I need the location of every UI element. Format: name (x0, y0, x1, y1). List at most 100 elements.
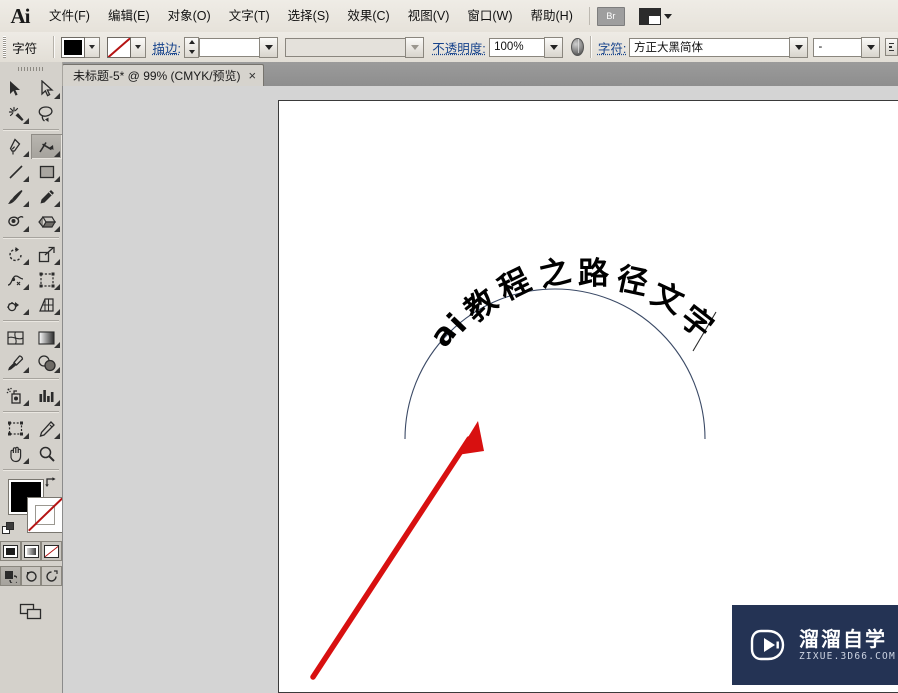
rotate-tool[interactable] (0, 242, 31, 267)
illustrator-window: Ai 文件(F) 编辑(E) 对象(O) 文字(T) 选择(S) 效果(C) 视… (0, 0, 898, 693)
tools-panel-grip[interactable] (0, 62, 62, 76)
artboard-tool[interactable] (0, 416, 31, 441)
document-tab-bar: 未标题-5* @ 99% (CMYK/预览) × (0, 62, 898, 87)
control-bar: 字符 描边: 不透明度: 100% 字符: 方正大黑简体 - (0, 32, 898, 63)
document-canvas[interactable]: a i 教 程 之 路 径 文 字 溜溜自学 ZIXUE.3D66.COM (278, 100, 898, 693)
brush-definition-input[interactable] (285, 37, 406, 57)
opacity-control[interactable] (489, 36, 564, 58)
menu-effect[interactable]: 效果(C) (338, 5, 398, 27)
tools-divider-4 (3, 378, 59, 380)
stroke-weight-control[interactable] (184, 36, 279, 58)
path-char-6: 径 (613, 261, 651, 303)
stroke-color-dropdown[interactable] (130, 36, 146, 58)
watermark: 溜溜自学 ZIXUE.3D66.COM (732, 605, 898, 685)
screen-mode-row (0, 602, 62, 625)
color-mode-button[interactable] (0, 541, 21, 561)
panel-options-icon[interactable] (884, 38, 898, 56)
width-tool[interactable] (0, 267, 31, 292)
blend-tool[interactable] (31, 350, 62, 375)
stroke-weight-input[interactable] (199, 37, 260, 57)
opacity-label[interactable]: 不透明度: (432, 38, 485, 57)
slice-tool[interactable] (31, 416, 62, 441)
play-button-logo-icon (748, 625, 788, 665)
font-style-input[interactable] (813, 37, 862, 57)
shape-builder-tool[interactable] (0, 292, 31, 317)
free-transform-tool[interactable] (31, 267, 62, 292)
menu-edit[interactable]: 编辑(E) (99, 5, 159, 27)
control-bar-grip[interactable] (0, 32, 8, 62)
draw-normal-button[interactable] (0, 566, 21, 586)
tools-divider-6 (3, 469, 59, 471)
fill-color-control[interactable] (60, 36, 100, 58)
symbol-sprayer-tool[interactable] (0, 383, 31, 408)
default-fill-stroke-icon[interactable] (2, 522, 15, 535)
font-family-dropdown[interactable] (789, 36, 809, 58)
menubar-divider (588, 7, 590, 25)
scale-tool[interactable] (31, 242, 62, 267)
tools-grid (0, 76, 62, 466)
font-family-input[interactable] (629, 37, 790, 57)
change-screen-mode-icon[interactable] (18, 602, 44, 625)
fill-stroke-block (0, 475, 63, 537)
hand-tool[interactable] (0, 441, 31, 466)
stroke-weight-stepper[interactable] (184, 36, 200, 58)
menu-select[interactable]: 选择(S) (279, 5, 339, 27)
menu-window[interactable]: 窗口(W) (458, 5, 521, 27)
column-graph-tool[interactable] (31, 383, 62, 408)
zoom-tool[interactable] (31, 441, 62, 466)
eraser-tool[interactable] (31, 209, 62, 234)
menu-object[interactable]: 对象(O) (159, 5, 220, 27)
menu-view[interactable]: 视图(V) (399, 5, 459, 27)
pencil-tool[interactable] (31, 184, 62, 209)
fill-color-dropdown[interactable] (84, 36, 100, 58)
draw-inside-button[interactable] (41, 566, 63, 586)
fill-color-swatch[interactable] (60, 36, 85, 58)
gradient-mode-button[interactable] (20, 541, 42, 561)
path-char-5: 路 (578, 256, 610, 292)
pen-tool[interactable] (0, 134, 31, 159)
close-icon[interactable]: × (249, 69, 257, 82)
font-style-control[interactable] (813, 36, 881, 58)
menu-file[interactable]: 文件(F) (40, 5, 99, 27)
direct-selection-tool[interactable] (31, 76, 62, 101)
swap-fill-stroke-icon[interactable] (44, 475, 58, 489)
path-text-group: a i 教 程 之 路 径 文 字 (423, 253, 720, 354)
chevron-down-icon (663, 13, 672, 19)
menu-type[interactable]: 文字(T) (220, 5, 279, 27)
stroke-weight-dropdown[interactable] (259, 36, 279, 58)
bridge-button[interactable]: Br (596, 6, 625, 26)
stroke-color-swatch[interactable] (106, 36, 131, 58)
document-tab[interactable]: 未标题-5* @ 99% (CMYK/预览) × (62, 64, 265, 86)
opacity-dropdown[interactable] (544, 36, 564, 58)
paintbrush-tool[interactable] (0, 184, 31, 209)
menu-help[interactable]: 帮助(H) (522, 5, 582, 27)
control-divider-2 (590, 36, 592, 58)
type-tool[interactable] (31, 134, 62, 159)
lasso-tool[interactable] (31, 101, 62, 126)
opacity-input[interactable] (489, 37, 545, 57)
arrange-documents-button[interactable] (638, 7, 672, 25)
eyedropper-tool[interactable] (0, 350, 31, 375)
toolbar-stroke-swatch[interactable] (27, 497, 63, 533)
line-segment-tool[interactable] (0, 159, 31, 184)
gradient-tool[interactable] (31, 325, 62, 350)
font-family-control[interactable] (629, 36, 809, 58)
mesh-tool[interactable] (0, 325, 31, 350)
watermark-text: 溜溜自学 ZIXUE.3D66.COM (799, 628, 896, 662)
red-pointer-arrow (310, 421, 484, 680)
stroke-color-control[interactable] (106, 36, 146, 58)
arrange-documents-icon (638, 7, 661, 25)
perspective-grid-tool[interactable] (31, 292, 62, 317)
draw-behind-button[interactable] (20, 566, 42, 586)
stroke-weight-label[interactable]: 描边: (152, 38, 180, 57)
brush-definition-control[interactable] (285, 36, 425, 58)
character-panel-link[interactable]: 字符: (598, 38, 626, 57)
font-style-dropdown[interactable] (861, 36, 881, 58)
blob-brush-tool[interactable] (0, 209, 31, 234)
magic-wand-tool[interactable] (0, 101, 31, 126)
selection-tool[interactable] (0, 76, 31, 101)
brush-definition-dropdown[interactable] (405, 36, 425, 58)
none-mode-button[interactable] (41, 541, 63, 561)
rectangle-tool[interactable] (31, 159, 62, 184)
graphic-style-icon[interactable] (571, 38, 585, 56)
